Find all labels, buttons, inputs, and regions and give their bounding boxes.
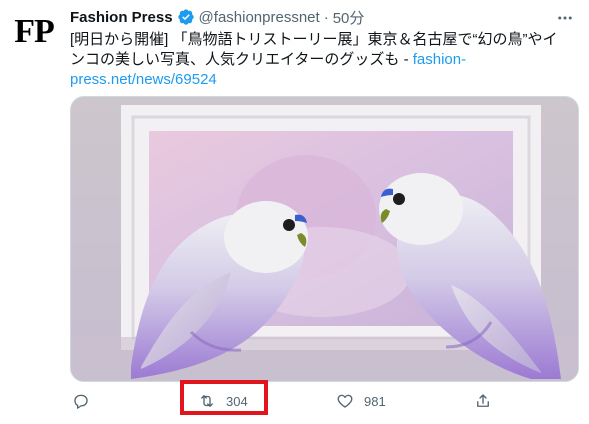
budgie-photo-illustration bbox=[71, 97, 578, 381]
tweet-header: Fashion Press @fashionpressnet · 50分 bbox=[70, 6, 549, 28]
reply-button[interactable] bbox=[72, 386, 100, 416]
share-icon bbox=[477, 394, 489, 407]
like-count: 981 bbox=[364, 393, 386, 409]
verified-badge-icon bbox=[177, 8, 195, 26]
share-button[interactable] bbox=[474, 386, 492, 416]
tweet-body: [明日から開催] 「鳥物語トリストーリー展」東京＆名古屋で“幻の鳥”やインコの美… bbox=[70, 31, 558, 68]
tweet-text: [明日から開催] 「鳥物語トリストーリー展」東京＆名古屋で“幻の鳥”やインコの美… bbox=[70, 30, 570, 90]
more-options-icon[interactable] bbox=[555, 8, 575, 28]
timestamp[interactable]: 50分 bbox=[333, 7, 365, 28]
display-name[interactable]: Fashion Press bbox=[70, 9, 173, 26]
action-bar: 304 981 bbox=[70, 386, 577, 416]
heart-icon bbox=[337, 394, 353, 408]
tweet-photo[interactable] bbox=[70, 96, 579, 382]
like-button[interactable]: 981 bbox=[336, 386, 386, 416]
reply-icon bbox=[74, 394, 88, 409]
separator-dot: · bbox=[323, 8, 329, 26]
handle[interactable]: @fashionpressnet bbox=[199, 9, 320, 26]
tweet: FP Fashion Press @fashionpressnet · 50分 … bbox=[0, 0, 589, 424]
retweet-highlight-box bbox=[180, 380, 268, 415]
avatar[interactable]: FP bbox=[8, 6, 60, 58]
